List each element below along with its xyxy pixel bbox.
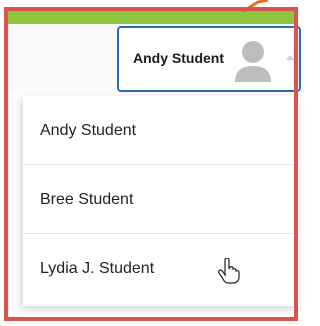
highlight-frame xyxy=(4,7,298,321)
